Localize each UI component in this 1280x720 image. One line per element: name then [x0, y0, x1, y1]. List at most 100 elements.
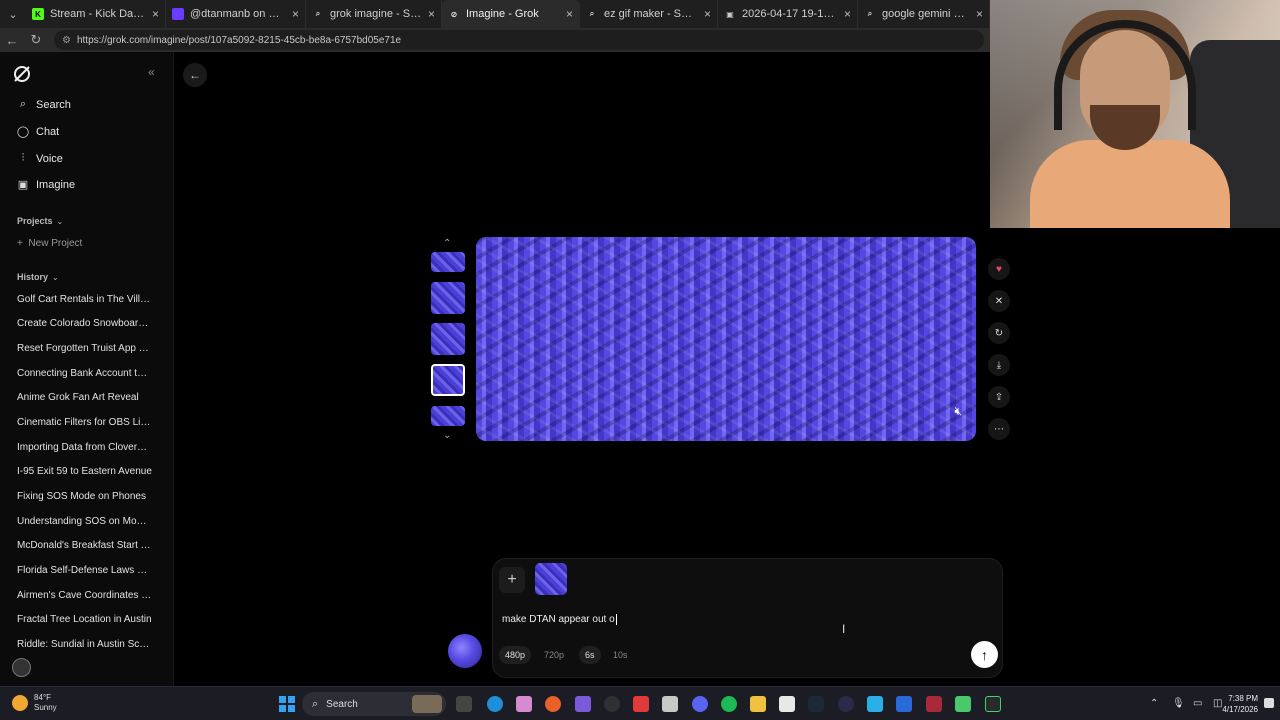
close-icon[interactable]: × [704, 7, 711, 21]
tab-mkv[interactable]: ▣ 2026-04-17 19-13-53.mkv - × [718, 0, 858, 28]
close-icon[interactable]: × [976, 7, 983, 21]
windows-start-icon[interactable] [279, 696, 295, 712]
steam-icon[interactable] [808, 696, 824, 712]
history-item[interactable]: Golf Cart Rentals in The Villag... [17, 294, 152, 305]
back-button[interactable]: ← [183, 63, 207, 87]
task-view-icon[interactable] [456, 696, 472, 712]
app-icon[interactable] [575, 696, 591, 712]
generated-video[interactable]: 🔇︎ [476, 237, 976, 441]
notification-icon[interactable] [1264, 698, 1274, 708]
history-item[interactable]: I-95 Exit 59 to Eastern Avenue [17, 466, 152, 477]
reload-icon[interactable]: ↻ [24, 28, 48, 52]
app-icon[interactable] [867, 696, 883, 712]
download-icon[interactable]: ⤓ [988, 354, 1010, 376]
close-icon[interactable]: × [844, 7, 851, 21]
app-icon[interactable] [926, 696, 942, 712]
close-icon[interactable]: × [566, 7, 573, 21]
collapse-sidebar-icon[interactable]: « [148, 65, 155, 79]
send-button[interactable]: ↑ [971, 641, 998, 668]
weather-widget[interactable]: 84°F Sunny [12, 693, 57, 713]
nav-label: Chat [36, 125, 60, 138]
chevron-down-icon[interactable]: ⌄ [443, 430, 451, 441]
tab-imagine-grok[interactable]: ⊘ Imagine - Grok × [442, 0, 580, 28]
projects-header[interactable]: Projects ⌄ [17, 216, 63, 226]
back-arrow-icon[interactable]: ← [0, 28, 24, 52]
chevron-down-icon: ⌄ [52, 273, 59, 282]
attachment-thumbnail[interactable] [535, 563, 567, 595]
spotify-icon[interactable] [721, 696, 737, 712]
prompt-input[interactable]: make DTAN appear out o [502, 614, 617, 625]
tab-grok-search[interactable]: ⌕ grok imagine - Search × [306, 0, 442, 28]
obs-icon[interactable] [604, 696, 620, 712]
app-icon[interactable] [662, 696, 678, 712]
new-project-button[interactable]: + New Project [17, 238, 82, 249]
nav-voice[interactable]: ⫶ Voice [16, 152, 63, 165]
duration-10s[interactable]: 10s [607, 646, 634, 664]
discord-icon[interactable] [692, 696, 708, 712]
history-item[interactable]: Florida Self-Defense Laws Ex... [17, 565, 152, 576]
system-clock[interactable]: 7:38 PM 4/17/2026 [1216, 693, 1258, 715]
app-icon[interactable] [985, 696, 1001, 712]
edge-icon[interactable] [487, 696, 503, 712]
close-icon[interactable]: × [428, 7, 435, 21]
history-item[interactable]: Create Colorado Snowboardi... [17, 318, 152, 329]
nav-chat[interactable]: ◯ Chat [16, 125, 60, 139]
redo-icon[interactable]: ↻ [988, 322, 1010, 344]
app-icon[interactable] [633, 696, 649, 712]
nav-search[interactable]: ⌕ Search [16, 98, 71, 111]
history-item[interactable]: Connecting Bank Account to ... [17, 368, 152, 379]
url-text: https://grok.com/imagine/post/107a5092-8… [76, 34, 402, 46]
nav-imagine[interactable]: ▣ Imagine [16, 178, 76, 192]
taskbar-search[interactable]: ⌕ Search [302, 692, 446, 716]
x-share-icon[interactable]: ✕ [988, 290, 1010, 312]
nav-label: Imagine [36, 178, 76, 191]
thumbnail[interactable] [431, 282, 465, 314]
history-item[interactable]: Riddle: Sundial in Austin Scav... [17, 639, 152, 650]
app-icon[interactable] [955, 696, 971, 712]
file-explorer-icon[interactable] [750, 696, 766, 712]
heart-icon[interactable]: ♥ [988, 258, 1010, 280]
tab-kick[interactable]: K Stream - Kick Dashboard × [26, 0, 166, 28]
more-icon[interactable]: ⋯ [988, 418, 1010, 440]
history-item[interactable]: Importing Data from Cloverpit... [17, 442, 152, 453]
mute-icon[interactable]: 🔇︎ [954, 404, 962, 419]
battery-icon[interactable]: ▭ [1193, 698, 1202, 709]
thumbnail-selected[interactable] [431, 364, 465, 396]
grok-logo-icon[interactable] [12, 64, 32, 84]
history-item[interactable]: Cinematic Filters for OBS Live... [17, 417, 152, 428]
share-icon[interactable]: ⇪ [988, 386, 1010, 408]
history-item[interactable]: Airmen's Cave Coordinates a... [17, 590, 152, 601]
thumbnail[interactable] [431, 406, 465, 426]
copilot-icon[interactable] [516, 696, 532, 712]
duration-6s[interactable]: 6s [579, 646, 601, 664]
tab-gemini-search[interactable]: ⌕ google gemini ai - Search × [858, 0, 990, 28]
history-item[interactable]: Fixing SOS Mode on Phones [17, 491, 152, 502]
url-field[interactable]: ⚙ https://grok.com/imagine/post/107a5092… [54, 30, 984, 50]
microphone-icon[interactable]: 🎙︎ [1172, 698, 1185, 709]
add-attachment-button[interactable]: + [499, 567, 525, 593]
resolution-480p[interactable]: 480p [499, 646, 532, 664]
history-item[interactable]: Fractal Tree Location in Austin [17, 614, 152, 625]
resolution-720p[interactable]: 720p [538, 646, 570, 664]
thumbnail[interactable] [431, 252, 465, 272]
chevron-up-icon[interactable]: ⌃ [1150, 698, 1158, 709]
thumbnail[interactable] [431, 323, 465, 355]
new-project-label: New Project [28, 238, 83, 249]
tab-ezgif-search[interactable]: ⌕ ez gif maker - Search × [580, 0, 718, 28]
history-item[interactable]: Reset Forgotten Truist App P... [17, 343, 152, 354]
fx-icon[interactable] [896, 696, 912, 712]
close-icon[interactable]: × [152, 7, 159, 21]
chevron-up-icon[interactable]: ⌃ [443, 238, 451, 249]
tab-club[interactable]: @dtanmanb on Club.com × [166, 0, 306, 28]
history-item[interactable]: McDonald's Breakfast Start Ti... [17, 540, 152, 551]
history-header[interactable]: History ⌄ [17, 272, 59, 282]
app-icon[interactable] [779, 696, 795, 712]
history-item[interactable]: Understanding SOS on Mobil... [17, 516, 152, 527]
history-item[interactable]: Anime Grok Fan Art Reveal [17, 392, 152, 403]
firefox-icon[interactable] [545, 696, 561, 712]
close-icon[interactable]: × [292, 7, 299, 21]
site-info-icon[interactable]: ⚙ [62, 35, 71, 46]
user-avatar[interactable] [12, 658, 31, 677]
tab-menu-icon[interactable]: ⌄ [0, 0, 26, 28]
app-icon[interactable] [838, 696, 854, 712]
